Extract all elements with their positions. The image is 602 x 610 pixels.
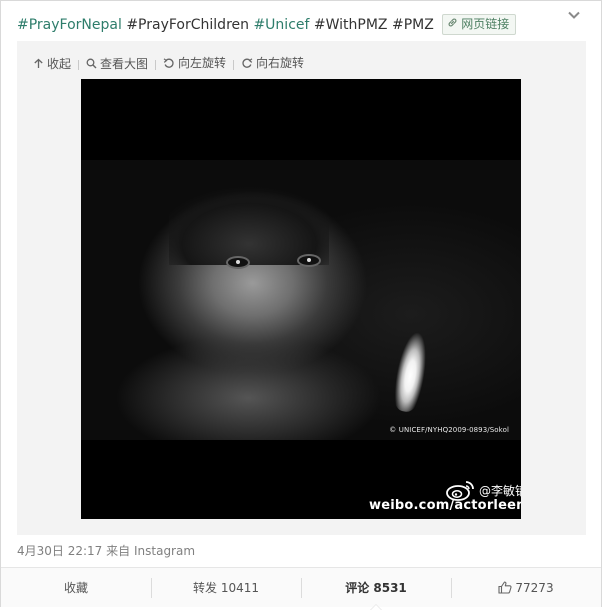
like-count: 77273 [515, 580, 554, 595]
collapse-up-icon [34, 58, 43, 68]
rotate-right-label: 向右旋转 [256, 56, 305, 70]
hashtag-withpmz[interactable]: #WithPMZ [314, 17, 388, 33]
rotate-right-icon [242, 57, 253, 68]
media-expanded-panel: 收起 查看大图 向左旋转 向右旋转 © UNICEF/NYHQ2009-0893… [17, 41, 586, 535]
rotate-left-label: 向左旋转 [178, 56, 227, 70]
comment-label: 评论 8531 [345, 580, 407, 595]
post-text: #PrayForNepal #PrayForChildren #Unicef #… [17, 14, 517, 35]
collapse-button[interactable]: 收起 [33, 55, 71, 72]
post-time[interactable]: 4月30日 22:17 [17, 544, 102, 558]
thumbs-up-icon [498, 580, 512, 594]
rotate-left-button[interactable]: 向左旋转 [163, 54, 226, 71]
photo-hair-shadow [169, 160, 329, 265]
weibo-post-card: #PrayForNepal #PrayForChildren #Unicef #… [0, 0, 602, 610]
collapse-label: 收起 [47, 56, 72, 71]
link-icon [447, 16, 461, 34]
toolbar-divider [233, 59, 235, 70]
comment-button[interactable]: 评论 8531 [301, 577, 451, 610]
search-icon [86, 58, 97, 68]
hashtag-unicef[interactable]: #Unicef [253, 17, 309, 33]
photo-child-portrait: © UNICEF/NYHQ2009-0893/Sokol [81, 160, 521, 440]
hashtag-prayfornepal[interactable]: #PrayForNepal [17, 17, 122, 33]
repost-button[interactable]: 转发 10411 [151, 577, 301, 598]
favorite-button[interactable]: 收藏 [1, 578, 151, 598]
rotate-left-icon [163, 57, 174, 68]
favorite-label: 收藏 [63, 580, 88, 595]
post-photo[interactable]: © UNICEF/NYHQ2009-0893/Sokol @李敏镐 weibo.… [81, 79, 521, 519]
toolbar-divider [155, 59, 157, 70]
hashtag-prayforchildren[interactable]: #PrayForChildren [126, 17, 249, 33]
toolbar-divider [78, 59, 80, 70]
repost-label: 转发 10411 [193, 580, 259, 595]
view-large-button[interactable]: 查看大图 [86, 55, 148, 72]
source-prefix: 来自 [106, 544, 131, 558]
chevron-down-icon [568, 11, 580, 19]
watermark-handle-text: @李敏镐 [479, 483, 521, 498]
rotate-right-button[interactable]: 向右旋转 [241, 54, 304, 71]
photo-eye-right [299, 256, 319, 265]
media-toolbar: 收起 查看大图 向左旋转 向右旋转 [33, 54, 310, 72]
photo-candle-flame [387, 329, 435, 415]
post-action-bar: 收藏 转发 10411 评论 8531 77273 [1, 567, 601, 610]
post-source[interactable]: Instagram [134, 544, 195, 558]
web-link-button[interactable]: 网页链接 [442, 14, 517, 35]
like-button[interactable]: 77273 [451, 577, 601, 598]
view-large-label: 查看大图 [100, 56, 149, 71]
photo-eye-left [228, 258, 248, 267]
web-link-label: 网页链接 [461, 17, 510, 31]
post-meta: 4月30日 22:17 来自 Instagram [17, 542, 195, 559]
photo-credit: © UNICEF/NYHQ2009-0893/Sokol [389, 426, 509, 434]
weibo-watermark-url: weibo.com/actorleeminho [369, 498, 521, 513]
hashtag-pmz[interactable]: #PMZ [392, 17, 434, 33]
more-options-button[interactable] [567, 7, 583, 23]
